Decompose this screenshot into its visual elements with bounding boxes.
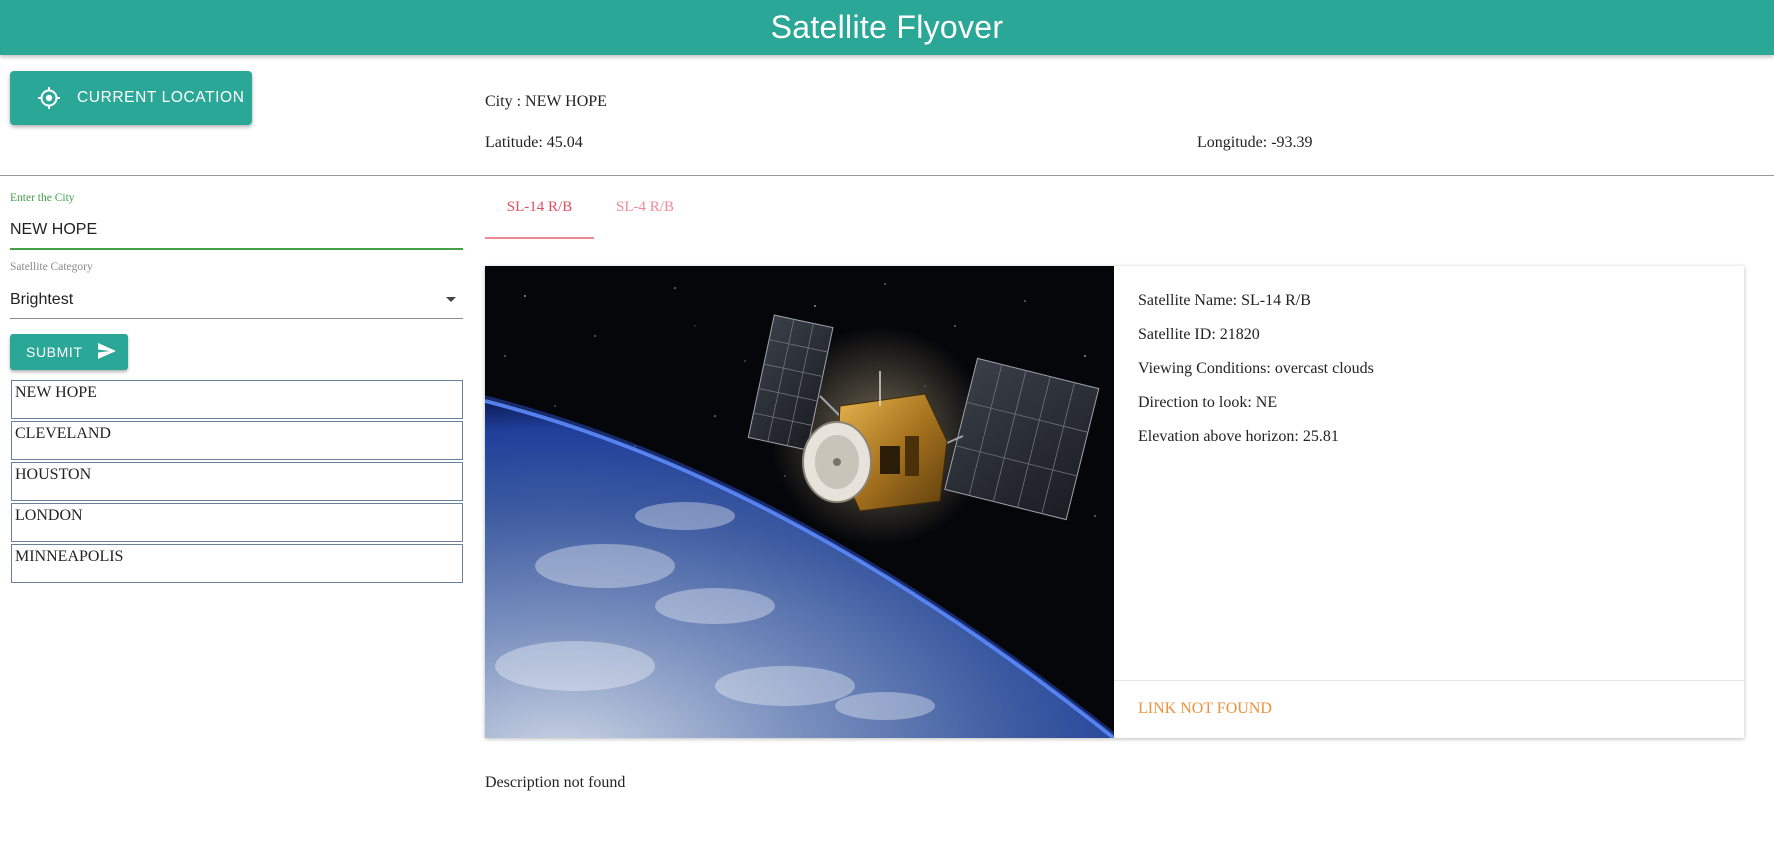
satellite-link[interactable]: LINK NOT FOUND	[1138, 700, 1272, 718]
category-selected-value: Brightest	[10, 290, 74, 308]
satellite-name: Satellite Name: SL-14 R/B	[1138, 292, 1311, 309]
gps-crosshair-icon	[37, 86, 61, 110]
longitude-display: Longitude: -93.39	[1197, 134, 1313, 151]
city-list-item[interactable]: HOUSTON	[11, 462, 463, 501]
app-title: Satellite Flyover	[770, 9, 1004, 45]
app-header: Satellite Flyover	[0, 0, 1774, 55]
satellite-details: Satellite Name: SL-14 R/B Satellite ID: …	[1114, 266, 1744, 738]
submit-button[interactable]: SUBMIT	[10, 334, 128, 370]
send-icon	[97, 342, 117, 363]
city-field-label: Enter the City	[10, 192, 75, 204]
satellite-card: Satellite Name: SL-14 R/B Satellite ID: …	[485, 266, 1744, 738]
elevation-above-horizon: Elevation above horizon: 25.81	[1138, 428, 1339, 445]
city-input[interactable]	[10, 212, 463, 250]
card-actions-divider	[1114, 680, 1744, 681]
city-list-item[interactable]: NEW HOPE	[11, 380, 463, 419]
category-select[interactable]: Brightest	[10, 281, 463, 319]
current-location-label: CURRENT LOCATION	[77, 89, 245, 106]
category-field-label: Satellite Category	[10, 261, 93, 273]
city-display: City : NEW HOPE	[485, 93, 607, 110]
city-list-item[interactable]: LONDON	[11, 503, 463, 542]
latitude-display: Latitude: 45.04	[485, 134, 583, 151]
satellite-over-earth-image	[485, 266, 1116, 738]
direction-to-look: Direction to look: NE	[1138, 394, 1278, 411]
satellite-id: Satellite ID: 21820	[1138, 326, 1260, 343]
tab-sl-4-rb[interactable]: SL-4 R/B	[600, 199, 690, 239]
submit-label: SUBMIT	[26, 344, 83, 360]
dropdown-arrow-icon	[446, 297, 456, 302]
city-list-item[interactable]: CLEVELAND	[11, 421, 463, 460]
recent-cities-list: NEW HOPE CLEVELAND HOUSTON LONDON MINNEA…	[11, 380, 463, 585]
current-location-button[interactable]: CURRENT LOCATION	[10, 71, 252, 125]
satellite-description: Description not found	[485, 774, 626, 791]
tab-sl-14-rb[interactable]: SL-14 R/B	[485, 199, 594, 239]
city-list-item[interactable]: MINNEAPOLIS	[11, 544, 463, 583]
section-divider	[0, 175, 1774, 176]
viewing-conditions: Viewing Conditions: overcast clouds	[1138, 360, 1374, 377]
